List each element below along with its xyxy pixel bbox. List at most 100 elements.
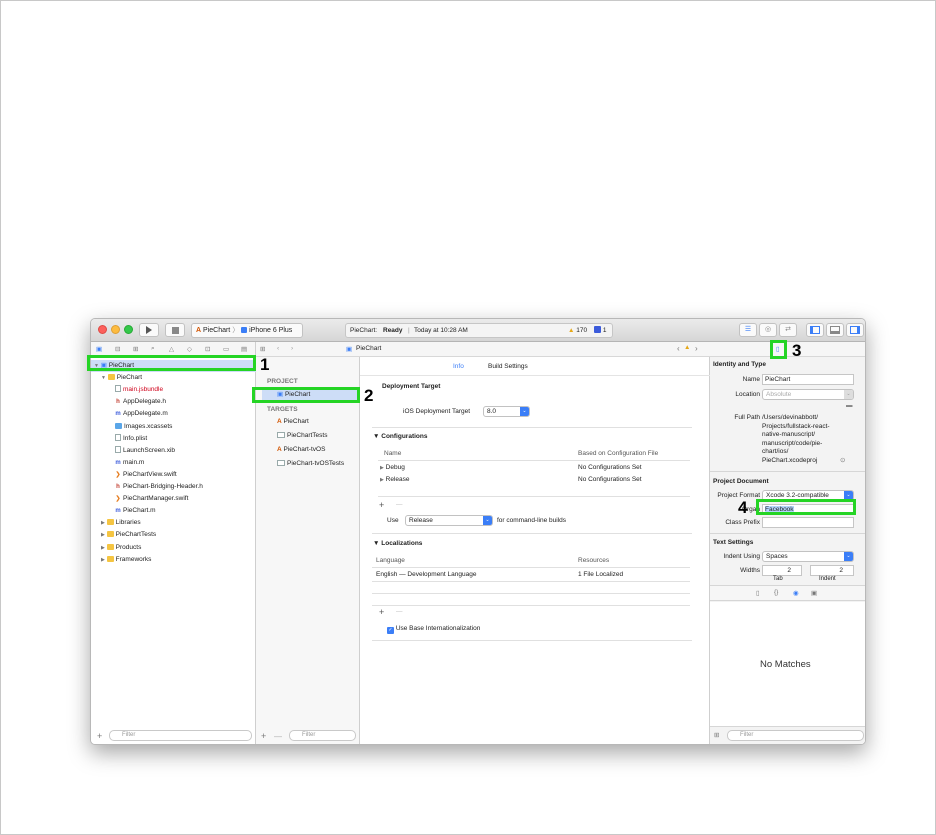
disclosure-collapsed-icon[interactable]: ▶ (101, 520, 105, 526)
tree-file-row[interactable]: m main.m (115, 457, 251, 469)
source-control-icon[interactable]: ⊟ (115, 345, 120, 353)
test-icon[interactable]: ◇ (187, 345, 192, 353)
remove-target-button[interactable]: — (274, 732, 282, 741)
stop-icon (171, 327, 179, 334)
folder-icon (107, 374, 115, 381)
tree-folder-row[interactable]: ▶ PieChartTests (101, 529, 251, 541)
object-library-icon[interactable]: ◉ (793, 589, 799, 597)
standard-editor-button[interactable]: ☰ (739, 323, 757, 337)
config-row-name[interactable]: ▶ Release (380, 476, 410, 483)
tree-file-row[interactable]: ❯ PieChartManager.swift (115, 493, 251, 505)
target-list-item[interactable]: PieChartTests (277, 432, 327, 439)
remove-configuration-button[interactable]: — (396, 501, 403, 508)
prev-issue-icon[interactable]: ‹ (677, 344, 680, 353)
code-snippet-icon[interactable]: {} (774, 589, 778, 596)
version-editor-button[interactable]: ⇄ (779, 323, 797, 337)
breadcrumb[interactable]: PieChart (356, 345, 381, 352)
localizations-section-title[interactable]: ▼ Localizations (373, 540, 422, 547)
location-popup[interactable]: Absolute ⌄ (762, 389, 854, 400)
tree-item-label: main.jsbundle (123, 386, 164, 394)
disclosure-collapsed-icon[interactable]: ▶ (380, 465, 384, 471)
media-library-icon[interactable]: ▣ (811, 589, 817, 597)
tree-file-row[interactable]: Info.plist (115, 433, 251, 445)
disclosure-collapsed-icon[interactable]: ▶ (101, 545, 105, 551)
target-list-item[interactable]: A PieChart (277, 418, 309, 425)
assistant-editor-button[interactable]: ◎ (759, 323, 777, 337)
warning-indicator[interactable]: ▲ 170 (568, 324, 587, 337)
related-items-icon[interactable]: ⊞ (260, 345, 265, 353)
name-field[interactable]: PieChart (762, 374, 854, 385)
indent-using-popup[interactable]: Spaces ⌄ (762, 551, 854, 562)
toggle-utilities-button[interactable] (846, 323, 864, 337)
deployment-target-popup[interactable]: 8.0 ⌄ (483, 406, 530, 417)
issue-navigator-icon[interactable]: △ (169, 345, 174, 353)
folder-icon[interactable]: ▣ (96, 345, 102, 353)
forward-arrow-icon[interactable]: › (291, 345, 293, 352)
disclosure-collapsed-icon[interactable]: ▶ (380, 477, 384, 483)
tree-folder-row[interactable]: ▶ Frameworks (101, 554, 251, 566)
tab-width-value: 2 (787, 567, 791, 574)
issue-indicator[interactable]: 1 (594, 324, 606, 337)
configurations-section-title[interactable]: ▼ Configurations (373, 433, 427, 440)
target-list-item[interactable]: PieChart-tvOSTests (277, 460, 344, 467)
tab-build-settings[interactable]: Build Settings (488, 363, 528, 370)
folder-icon (106, 531, 114, 538)
tree-folder-row[interactable]: ▶ Products (101, 542, 251, 554)
add-localization-button[interactable]: + (379, 607, 384, 617)
disclosure-collapsed-icon[interactable]: ▶ (101, 532, 105, 538)
reveal-in-finder-icon[interactable]: ⊙ (840, 456, 845, 464)
test-bundle-icon (277, 460, 285, 466)
tab-info[interactable]: Info (453, 363, 464, 370)
tree-file-row[interactable]: main.jsbundle (115, 384, 251, 396)
tree-file-row[interactable]: m AppDelegate.m (115, 408, 251, 420)
config-use-popup[interactable]: Release ⌄ (405, 515, 493, 526)
tree-file-row[interactable]: Images.xcassets (115, 421, 251, 433)
remove-localization-button[interactable]: — (396, 608, 403, 615)
tree-file-row[interactable]: LaunchScreen.xib (115, 445, 251, 457)
toggle-debug-area-button[interactable] (826, 323, 844, 337)
report-icon[interactable]: ▤ (241, 345, 247, 353)
tree-file-row[interactable]: ❯ PieChartView.swift (115, 469, 251, 481)
organization-label: Organ (741, 506, 760, 513)
rings-icon: ◎ (764, 326, 772, 333)
close-window-button[interactable] (98, 325, 107, 334)
tree-folder-row[interactable]: ▼ PieChart (101, 372, 251, 384)
breakpoint-icon[interactable]: ▭ (223, 345, 229, 353)
file-template-icon[interactable]: ▯ (756, 589, 760, 597)
add-file-button[interactable]: + (97, 731, 102, 741)
minimize-window-button[interactable] (111, 325, 120, 334)
tree-file-row[interactable]: h PieChart-Bridging-Header.h (115, 481, 251, 493)
base-internationalization-checkbox[interactable]: ✓ Use Base Internationalization (387, 625, 480, 634)
indent-width-stepper[interactable]: 2 (810, 565, 854, 576)
targets-filter-input[interactable]: Filter (289, 730, 356, 741)
search-icon[interactable]: ⌕ (151, 345, 155, 353)
tree-folder-row[interactable]: ▶ Libraries (101, 517, 251, 529)
run-button[interactable] (139, 323, 159, 337)
indent-width-value: 2 (839, 567, 843, 574)
warning-icon: ▲ (568, 327, 575, 334)
back-arrow-icon[interactable]: ‹ (277, 345, 279, 352)
folder-browse-icon[interactable]: ▬ (846, 402, 853, 409)
symbol-icon[interactable]: ⊞ (133, 345, 138, 353)
toggle-navigator-button[interactable] (806, 323, 824, 337)
warning-icon[interactable]: ▲ (684, 344, 690, 351)
navigator-filter-input[interactable]: Filter (109, 730, 252, 741)
tree-file-row[interactable]: m PieChart.m (115, 505, 251, 517)
disclosure-collapsed-icon[interactable]: ▶ (101, 557, 105, 563)
zoom-window-button[interactable] (124, 325, 133, 334)
add-target-button[interactable]: + (261, 731, 266, 741)
tree-file-row[interactable]: h AppDelegate.h (115, 396, 251, 408)
disclosure-expanded-icon[interactable]: ▼ (101, 375, 106, 381)
stop-button[interactable] (165, 323, 185, 337)
tab-width-stepper[interactable]: 2 (762, 565, 802, 576)
grid-view-icon[interactable]: ⊞ (714, 731, 719, 739)
library-filter-input[interactable]: Filter (727, 730, 864, 741)
add-configuration-button[interactable]: + (379, 500, 384, 510)
class-prefix-field[interactable] (762, 517, 854, 528)
config-row-name[interactable]: ▶ Debug (380, 464, 405, 471)
next-issue-icon[interactable]: › (695, 344, 698, 353)
loc-row-language[interactable]: English — Development Language (376, 571, 476, 578)
target-list-item[interactable]: A PieChart-tvOS (277, 446, 325, 453)
debug-icon[interactable]: ⊡ (205, 345, 210, 353)
scheme-selector[interactable]: A PieChart 〉 iPhone 6 Plus (191, 323, 303, 338)
